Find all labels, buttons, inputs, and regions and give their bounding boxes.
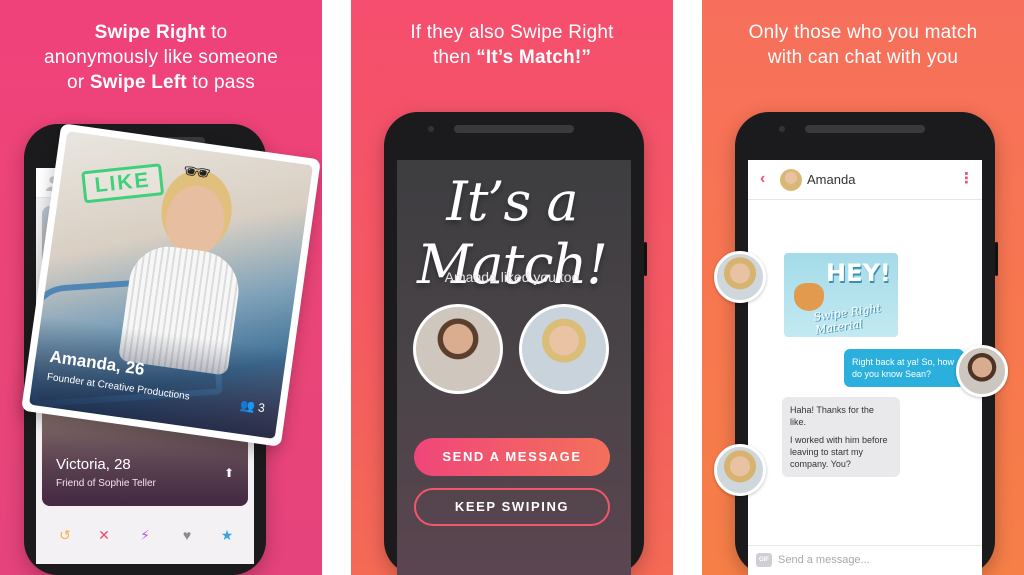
keep-swiping-button[interactable]: KEEP SWIPING	[414, 488, 610, 526]
panel-caption: Only those who you match with can chat w…	[702, 20, 1024, 70]
card-name: Victoria, 28	[56, 456, 131, 473]
caption-bold: Swipe Left	[89, 72, 187, 93]
amanda-avatar[interactable]	[714, 251, 766, 303]
rewind-icon[interactable]: ↺	[54, 524, 76, 546]
message-composer[interactable]: GIF Send a message...	[748, 545, 982, 575]
chat-name[interactable]: Amanda	[807, 172, 855, 187]
liked-text: Amanda liked you too	[444, 269, 580, 285]
gif-button[interactable]: GIF	[756, 553, 772, 567]
caption-text: to pass	[186, 72, 255, 93]
profile-photo: 🕶 LIKE Amanda, 26 Founder at Creative Pr…	[29, 131, 313, 439]
boost-icon[interactable]: ⚡	[134, 524, 156, 546]
side-button	[995, 242, 998, 276]
send-message-button[interactable]: SEND A MESSAGE	[414, 438, 610, 476]
back-chevron-icon[interactable]: ‹	[760, 170, 765, 188]
panel-caption: If they also Swipe Right then “It’s Matc…	[351, 20, 673, 70]
caption-text: Only those who you match	[748, 22, 978, 43]
panel-caption: Swipe Right to anonymously like someone …	[0, 20, 322, 95]
caption-bold: Swipe Right	[94, 22, 206, 43]
front-camera	[779, 126, 785, 132]
nope-icon[interactable]: ✕	[93, 524, 115, 546]
gif-headline: HEY!	[826, 259, 891, 287]
panel-swipe: Swipe Right to anonymously like someone …	[0, 0, 322, 575]
caption-text: If they also Swipe Right	[410, 22, 614, 43]
match-avatar	[519, 304, 609, 394]
message-outgoing: Right back at ya! So, how do you know Se…	[844, 349, 964, 387]
action-bar: ↺ ✕ ⚡ ♥ ★	[36, 522, 254, 548]
message-input[interactable]: Send a message...	[778, 554, 870, 566]
sean-avatar[interactable]	[956, 345, 1008, 397]
caption-bold: “It’s Match!”	[476, 47, 592, 68]
like-heart-icon[interactable]: ♥	[176, 524, 198, 546]
info-arrow-icon[interactable]: ⬆	[224, 466, 234, 480]
caption-text: or	[67, 72, 90, 93]
caption-text: with can chat with you	[767, 47, 959, 68]
caption-text: anonymously like someone	[44, 47, 278, 68]
profile-card-front[interactable]: 🕶 LIKE Amanda, 26 Founder at Creative Pr…	[21, 123, 321, 447]
phone-frame: ‹ Amanda ⋮ HEY! Swipe Right Material Rig…	[735, 112, 998, 575]
gif-message[interactable]: HEY! Swipe Right Material	[784, 253, 898, 337]
sunglasses-icon: 🕶	[181, 157, 213, 187]
front-camera	[428, 126, 434, 132]
like-stamp: LIKE	[81, 163, 164, 204]
panel-match: If they also Swipe Right then “It’s Matc…	[351, 0, 673, 575]
phone-screen: ‹ Amanda ⋮ HEY! Swipe Right Material Rig…	[748, 160, 982, 575]
message-incoming: I worked with him before leaving to star…	[782, 427, 900, 477]
dog-illustration	[794, 283, 824, 311]
gif-subtitle: Swipe Right Material	[812, 301, 882, 337]
card-subtitle: Friend of Sophie Teller	[56, 478, 156, 489]
amanda-avatar[interactable]	[714, 444, 766, 496]
friends-icon: 👥	[239, 397, 256, 414]
super-like-star-icon[interactable]: ★	[216, 524, 238, 546]
my-avatar	[413, 304, 503, 394]
speaker-grille	[454, 125, 574, 133]
chat-avatar[interactable]	[780, 169, 802, 191]
more-options-icon[interactable]: ⋮	[959, 169, 974, 187]
speaker-grille	[805, 125, 925, 133]
caption-text: to	[205, 22, 228, 43]
caption-text: then	[432, 47, 477, 68]
chat-header: ‹ Amanda ⋮	[748, 160, 982, 200]
